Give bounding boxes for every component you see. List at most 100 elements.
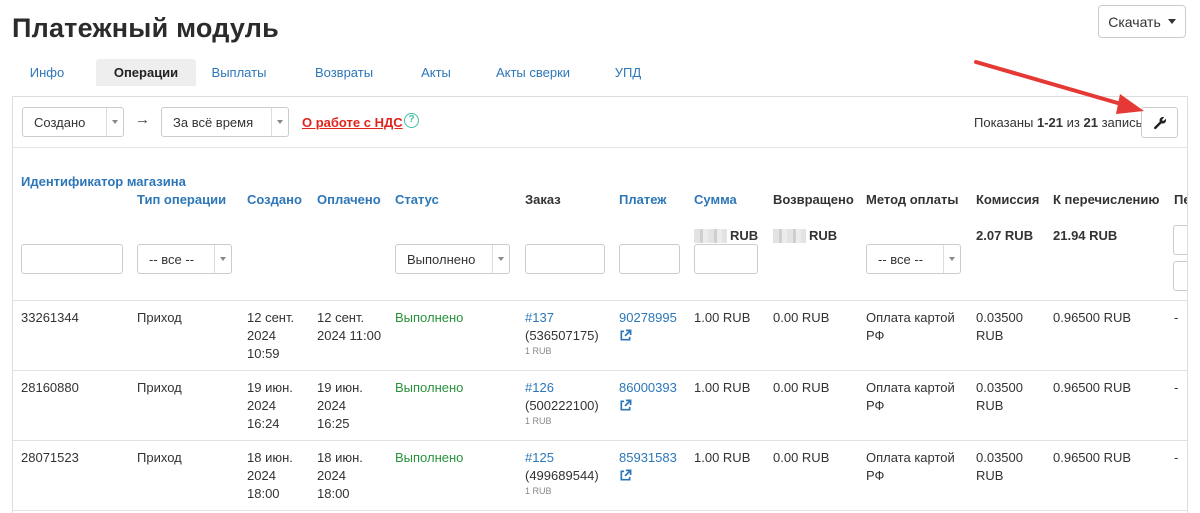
external-link-icon[interactable] — [619, 399, 632, 412]
tab-operations[interactable]: Операции — [96, 59, 196, 86]
row-divider — [13, 440, 1187, 441]
shown-range: 1-21 — [1036, 115, 1064, 130]
shop-id-cell: 33261344 — [21, 310, 79, 325]
tab-payouts[interactable]: Выплаты — [196, 59, 282, 86]
period-value: За всё время — [173, 114, 254, 130]
filter-toolbar: Создано → За всё время О работе с НДС ? … — [13, 97, 1187, 148]
created-cell: 12 сент. 2024 10:59 — [247, 309, 294, 363]
operation-type-cell: Приход — [137, 310, 182, 325]
operations-panel: Создано → За всё время О работе с НДС ? … — [12, 96, 1188, 513]
amount-total: RUB — [694, 228, 758, 243]
payment-cell: 90278995 — [619, 309, 677, 342]
commission-line1: 0.03500 — [976, 380, 1023, 395]
order-sum: 1 RUB — [525, 486, 552, 496]
col-refunded: Возвращено — [773, 192, 854, 207]
payment-link[interactable]: 86000393 — [619, 379, 677, 397]
row-divider — [13, 370, 1187, 371]
external-link-icon[interactable] — [619, 469, 632, 482]
payment-cell: 85931583 — [619, 449, 677, 482]
paid-time: 18:00 — [317, 486, 350, 501]
shown-of: из — [1066, 115, 1080, 130]
order-link[interactable]: #125 — [525, 449, 599, 467]
table-settings-button[interactable] — [1141, 107, 1178, 138]
col-created[interactable]: Создано — [247, 191, 302, 209]
tab-upd[interactable]: УПД — [598, 59, 658, 86]
commission-line1: 0.03500 — [976, 450, 1023, 465]
order-ref: (536507175) — [525, 328, 599, 343]
download-label: Скачать — [1108, 13, 1161, 30]
tab-acts[interactable]: Акты — [406, 59, 466, 86]
payment-method-cell: Оплата картой РФ — [866, 379, 955, 415]
next-cell: - — [1174, 380, 1179, 395]
created-year: 2024 — [247, 328, 276, 343]
paid-year: 2024 — [317, 468, 346, 483]
row-divider — [13, 510, 1187, 511]
order-cell: #126 (500222100) 1 RUB — [525, 379, 599, 427]
col-payment[interactable]: Платеж — [619, 191, 666, 209]
tab-info[interactable]: Инфо — [12, 59, 82, 86]
redacted-value — [773, 228, 806, 243]
col-status[interactable]: Статус — [395, 191, 439, 209]
refunded-total: RUB — [773, 228, 837, 243]
col-operation-type[interactable]: Тип операции — [137, 191, 226, 209]
operation-type-filter-value: -- все -- — [149, 251, 195, 267]
operation-type-filter[interactable]: -- все -- — [137, 244, 232, 274]
created-time: 10:59 — [247, 346, 280, 361]
payment-method-cell: Оплата картой РФ — [866, 309, 955, 345]
paid-year: 2024 — [317, 398, 346, 413]
col-commission: Комиссия — [976, 192, 1040, 207]
method-line2: РФ — [866, 468, 885, 483]
row-divider — [13, 300, 1187, 301]
download-button[interactable]: Скачать — [1098, 5, 1186, 38]
col-paid[interactable]: Оплачено — [317, 191, 381, 209]
payment-cell: 86000393 — [619, 379, 677, 412]
help-circle-icon[interactable]: ? — [404, 113, 419, 128]
operation-type-cell: Приход — [137, 450, 182, 465]
payment-method-cell: Оплата картой РФ — [866, 449, 955, 485]
tab-refunds[interactable]: Возвраты — [296, 59, 392, 86]
commission-cell: 0.03500 RUB — [976, 449, 1023, 485]
chevron-down-icon — [943, 245, 960, 273]
chevron-down-icon — [214, 245, 231, 273]
next-filter-bottom[interactable] — [1173, 261, 1187, 291]
order-link[interactable]: #126 — [525, 379, 599, 397]
col-payment-method: Метод оплаты — [866, 192, 959, 207]
col-shop-id[interactable]: Идентификатор магазина — [21, 173, 186, 191]
next-filter-top[interactable] — [1173, 225, 1187, 255]
chevron-down-icon — [106, 108, 123, 136]
period-select[interactable]: За всё время — [161, 107, 289, 137]
col-order: Заказ — [525, 192, 561, 207]
method-line2: РФ — [866, 398, 885, 413]
paid-rest: 2024 11:00 — [317, 328, 382, 343]
external-link-icon[interactable] — [619, 329, 632, 342]
date-field-value: Создано — [34, 114, 86, 130]
paid-time: 16:25 — [317, 416, 350, 431]
redacted-value — [694, 228, 727, 243]
caret-down-icon — [1167, 19, 1176, 24]
amount-filter[interactable] — [694, 244, 758, 274]
date-field-select[interactable]: Создано — [22, 107, 124, 137]
payment-filter[interactable] — [619, 244, 680, 274]
method-line2: РФ — [866, 328, 885, 343]
wrench-icon — [1153, 116, 1166, 129]
payment-method-filter[interactable]: -- все -- — [866, 244, 961, 274]
status-filter[interactable]: Выполнено — [395, 244, 510, 274]
to-transfer-cell: 0.96500 RUB — [1053, 310, 1132, 325]
method-line1: Оплата картой — [866, 310, 955, 325]
payment-link[interactable]: 85931583 — [619, 449, 677, 467]
col-next: Пе — [1174, 192, 1187, 207]
paid-date: 12 сент. — [317, 310, 365, 325]
to-transfer-cell: 0.96500 RUB — [1053, 380, 1132, 395]
order-filter[interactable] — [525, 244, 605, 274]
shop-id-filter[interactable] — [21, 244, 123, 274]
paid-date: 18 июн. — [317, 450, 363, 465]
next-cell: - — [1174, 310, 1179, 325]
records-counter: Показаны 1-21 из 21 запись. — [974, 115, 1146, 130]
payment-link[interactable]: 90278995 — [619, 309, 677, 327]
tab-reconciliation-acts[interactable]: Акты сверки — [480, 59, 586, 86]
vat-info-link[interactable]: О работе с НДС — [302, 115, 403, 130]
commission-total: 2.07 RUB — [976, 228, 1034, 243]
paid-cell: 19 июн. 2024 16:25 — [317, 379, 363, 433]
order-link[interactable]: #137 — [525, 309, 599, 327]
col-amount[interactable]: Сумма — [694, 191, 737, 209]
